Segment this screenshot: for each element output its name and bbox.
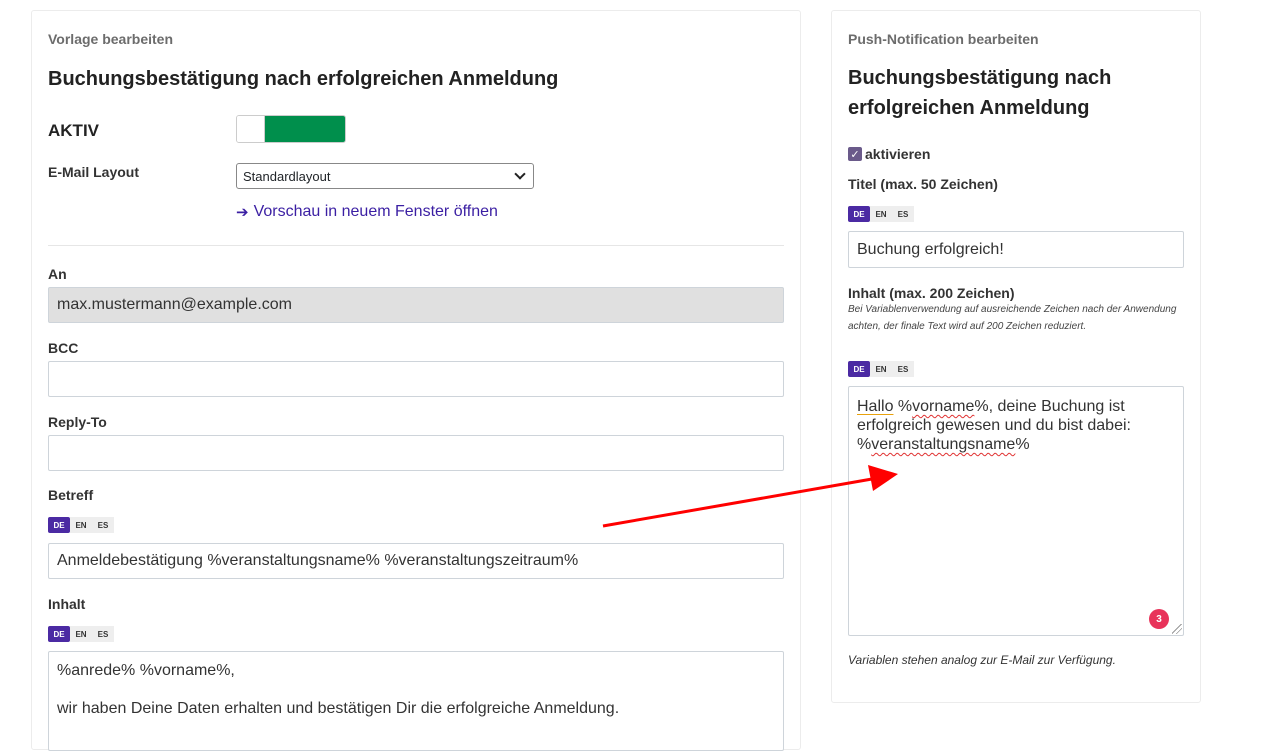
content-text: Hallo %vorname%, deine Buchung ist erfol… (857, 397, 1157, 454)
arrow-right-icon: ➔ (236, 204, 249, 221)
reply-to-label: Reply-To (48, 414, 107, 430)
content-label: Inhalt (max. 200 Zeichen) (848, 285, 1015, 301)
section-title: Push-Notification bearbeiten (848, 31, 1039, 47)
preview-link[interactable]: ➔ Vorschau in neuem Fenster öffnen (236, 203, 498, 221)
to-field: max.mustermann@example.com (48, 287, 784, 323)
tab-en[interactable]: EN (70, 626, 92, 642)
error-count-badge[interactable]: 3 (1149, 609, 1169, 629)
tab-es[interactable]: ES (892, 206, 914, 222)
content-label: Inhalt (48, 596, 86, 612)
content-line: wir haben Deine Daten erhalten und bestä… (57, 700, 620, 717)
toggle-knob (237, 116, 265, 142)
tab-en[interactable]: EN (70, 517, 92, 533)
footnote: Variablen stehen analog zur E-Mail zur V… (848, 653, 1116, 667)
active-toggle[interactable] (236, 115, 346, 143)
push-notification-panel: Push-Notification bearbeiten Buchungsbes… (831, 10, 1201, 703)
content-editor[interactable]: %anrede% %vorname%, wir haben Deine Date… (48, 651, 784, 751)
title-value: Buchung erfolgreich! (857, 240, 1004, 258)
tab-en[interactable]: EN (870, 206, 892, 222)
word-hallo: Hallo (857, 398, 894, 415)
divider (48, 245, 784, 246)
to-value: max.mustermann@example.com (57, 296, 292, 313)
tab-es[interactable]: ES (92, 517, 114, 533)
notification-title: Buchungsbestätigung nach erfolgreichen A… (848, 63, 1111, 123)
chevron-down-icon (514, 168, 526, 180)
email-layout-label: E-Mail Layout (48, 164, 140, 180)
title-label: Titel (max. 50 Zeichen) (848, 176, 998, 192)
resize-handle[interactable] (1172, 624, 1182, 634)
variable-veranstaltungsname: veranstaltungsname (871, 436, 1016, 453)
subject-label: Betreff (48, 487, 94, 503)
tab-es[interactable]: ES (92, 626, 114, 642)
toggle-on-track (265, 116, 345, 142)
subject-value: Anmeldebestätigung %veranstaltungsname% … (57, 552, 579, 569)
content-text: %anrede% %vorname%, wir haben Deine Date… (57, 661, 619, 718)
bcc-label: BCC (48, 340, 79, 356)
text-part: % (1015, 436, 1030, 453)
tab-en[interactable]: EN (870, 361, 892, 377)
tab-de[interactable]: DE (848, 206, 870, 222)
title-language-tabs: DE EN ES (848, 206, 914, 222)
email-layout-value: Standardlayout (243, 168, 331, 184)
subject-language-tabs: DE EN ES (48, 517, 114, 533)
content-language-tabs: DE EN ES (48, 626, 114, 642)
tab-es[interactable]: ES (892, 361, 914, 377)
tab-de[interactable]: DE (848, 361, 870, 377)
to-label: An (48, 266, 67, 282)
preview-link-label: Vorschau in neuem Fenster öffnen (253, 203, 498, 220)
section-title: Vorlage bearbeiten (48, 31, 174, 47)
tab-de[interactable]: DE (48, 626, 70, 642)
content-language-tabs: DE EN ES (848, 361, 914, 377)
active-label: AKTIV (48, 121, 99, 140)
check-icon[interactable]: ✓ (848, 147, 862, 161)
tab-de[interactable]: DE (48, 517, 70, 533)
content-textarea[interactable]: Hallo %vorname%, deine Buchung ist erfol… (848, 386, 1184, 636)
activate-checkbox-row[interactable]: ✓ aktivieren (848, 146, 930, 162)
title-line: Buchungsbestätigung nach (848, 67, 1112, 89)
bcc-input[interactable] (48, 361, 784, 397)
subject-input[interactable]: Anmeldebestätigung %veranstaltungsname% … (48, 543, 784, 579)
content-hint: Bei Variablenverwendung auf ausreichende… (848, 304, 1177, 332)
template-editor-panel: Vorlage bearbeiten Buchungsbestätigung n… (31, 10, 801, 751)
content-line: %anrede% %vorname%, (57, 662, 235, 679)
reply-to-input[interactable] (48, 435, 784, 471)
activate-label: aktivieren (865, 146, 931, 162)
title-input[interactable]: Buchung erfolgreich! (848, 231, 1184, 268)
template-title: Buchungsbestätigung nach erfolgreichen A… (48, 68, 559, 90)
text-part: % (893, 398, 913, 415)
variable-vorname: vorname (912, 398, 975, 415)
title-line: erfolgreichen Anmeldung (848, 97, 1090, 119)
email-layout-select[interactable]: Standardlayout (236, 163, 534, 189)
